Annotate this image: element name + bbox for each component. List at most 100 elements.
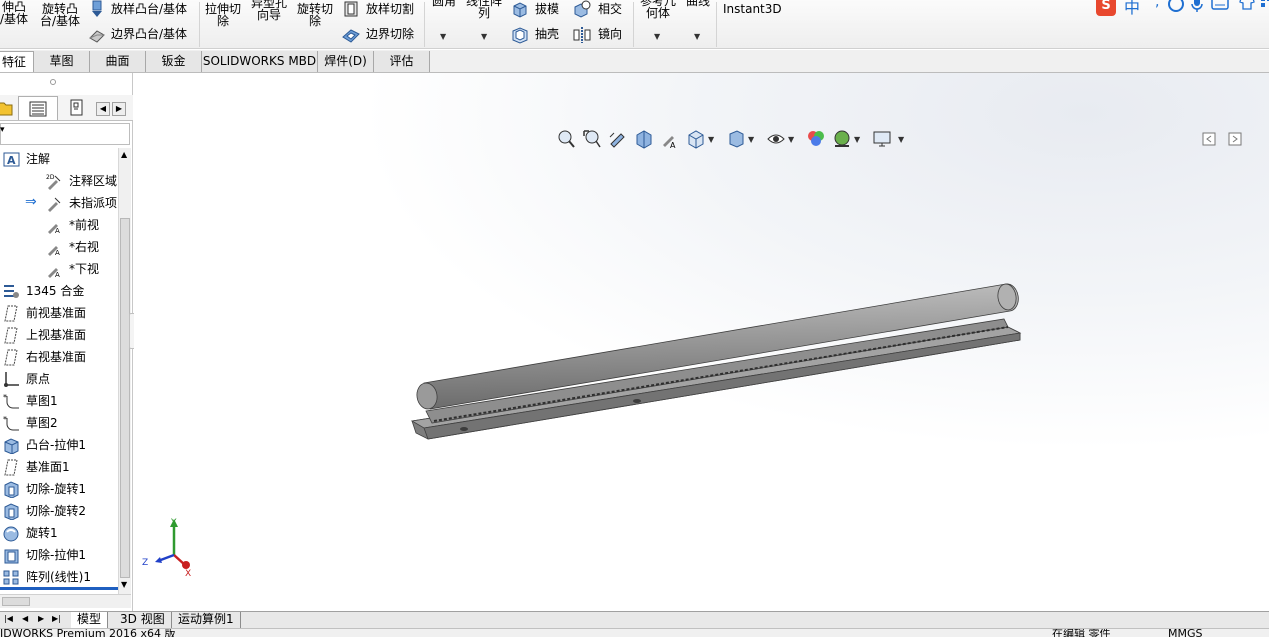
loft-boss-button[interactable]: 放样凸台/基体 [111,2,187,16]
tree-item-right-plane[interactable]: 右视基准面 [0,346,118,368]
tree-item-material[interactable]: 1345 合金 [0,280,118,302]
tree-item-cut-revolve2[interactable]: 切除-旋转2 [0,500,118,522]
part-model-linear-shaft-rail[interactable] [404,263,1034,473]
scroll-up-arrow-icon[interactable]: ▲ [121,150,127,159]
tab-features[interactable]: 特征 [0,51,34,72]
tree-item-annotations[interactable]: A 注解 [0,148,118,170]
tree-filter-input[interactable] [0,123,130,145]
fillet-button[interactable]: 圆角 [432,0,456,7]
dynamic-annotation-icon[interactable]: A [660,129,680,149]
hole-wizard-button[interactable]: 异型孔 向导 [251,0,287,21]
h-scroll-thumb[interactable] [2,597,30,606]
mirror-icon[interactable] [573,26,591,44]
shell-icon[interactable] [511,26,529,44]
tab-nav-last-icon[interactable]: ▶| [52,614,61,623]
tab-model[interactable]: 模型 [71,612,109,628]
intersect-icon[interactable] [573,0,591,18]
tab-3d-views[interactable]: 3D 视图 [114,612,172,628]
tab-sketch[interactable]: 草图 [34,51,90,72]
tree-horizontal-scrollbar[interactable] [0,594,131,608]
property-manager-tab[interactable] [18,96,58,120]
curves-button[interactable]: 曲线 [686,0,710,7]
tab-nav-prev-icon[interactable]: ◀ [22,614,28,623]
boundary-boss-button[interactable]: 边界凸台/基体 [111,27,187,41]
loft-cut-button[interactable]: 放样切割 [366,2,414,16]
boundary-cut-icon[interactable] [342,26,360,44]
tree-item-revolve1[interactable]: 旋转1 [0,522,118,544]
revolve-boss-button[interactable]: 旋转凸 台/基体 [40,3,80,27]
display-style-icon[interactable] [726,129,746,149]
tree-rollback-bar[interactable] [0,587,118,590]
panel-tab-scroll-right[interactable]: ▶ [112,102,126,116]
linear-pattern-button[interactable]: 线性阵 列 [466,0,502,19]
display-style-dropdown-icon[interactable]: ▼ [748,135,754,144]
extrude-boss-button[interactable]: 伸凸 /基体 [0,1,28,25]
pattern-dropdown-icon[interactable]: ▼ [481,32,487,41]
edit-appearance-icon[interactable] [806,129,826,149]
hide-show-items-icon[interactable] [766,129,786,149]
coordinate-triad[interactable]: Y X Z [140,515,200,577]
ime-emoji-icon[interactable] [1168,0,1184,12]
ime-punctuation-icon[interactable]: °, [1148,0,1159,10]
tab-weldments[interactable]: 焊件(D) [318,51,374,72]
viewport-expand-icon[interactable] [1228,132,1242,146]
tree-item-right-view[interactable]: A *右视 [0,236,118,258]
ime-keyboard-icon[interactable] [1211,0,1229,10]
boundary-cut-button[interactable]: 边界切除 [366,27,414,41]
tree-item-annotation-area[interactable]: 2D 注释区域 [0,170,118,192]
revolve-cut-button[interactable]: 旋转切 除 [297,3,333,27]
ime-microphone-icon[interactable] [1191,0,1203,12]
graphics-area[interactable]: A ▼ ▼ ▼ ▼ ▼ Y X Z [134,73,1269,611]
tree-item-front-plane[interactable]: 前视基准面 [0,302,118,324]
tab-surfaces[interactable]: 曲面 [90,51,146,72]
hide-show-dropdown-icon[interactable]: ▼ [788,135,794,144]
tree-item-cut-revolve1[interactable]: 切除-旋转1 [0,478,118,500]
configuration-manager-icon[interactable] [68,99,86,117]
intersect-button[interactable]: 相交 [598,2,622,16]
tree-item-plane1[interactable]: 基准面1 [0,456,118,478]
view-orientation-icon[interactable] [686,129,706,149]
status-units[interactable]: MMGS [1168,629,1203,637]
tab-evaluate[interactable]: 评估 [374,51,430,72]
tree-item-sketch2[interactable]: * 草图2 [0,412,118,434]
tree-item-bottom-view[interactable]: A *下视 [0,258,118,280]
ime-grid-icon[interactable] [1260,0,1269,10]
apply-scene-dropdown-icon[interactable]: ▼ [854,135,860,144]
apply-scene-icon[interactable] [832,129,852,149]
fillet-dropdown-icon[interactable]: ▼ [440,32,446,41]
tab-motion-study[interactable]: 运动算例1 [172,612,241,628]
tree-item-top-plane[interactable]: 上视基准面 [0,324,118,346]
tree-item-unassigned[interactable]: ⇒ 未指派项 [0,192,118,214]
zoom-to-area-icon[interactable] [582,129,602,149]
tree-item-boss-extrude1[interactable]: 凸台-拉伸1 [0,434,118,456]
ime-language-indicator[interactable]: 中 [1124,0,1140,18]
tree-item-linear-pattern1[interactable]: 阵列(线性)1 [0,566,118,588]
tree-vertical-scrollbar[interactable]: ▲ ▼ [118,148,131,594]
view-settings-icon[interactable] [872,129,892,149]
ime-skin-icon[interactable] [1239,0,1255,10]
panel-grip[interactable] [50,79,56,85]
zoom-to-fit-icon[interactable] [556,129,576,149]
ime-logo-icon[interactable]: S [1096,0,1116,16]
tree-item-sketch1[interactable]: * 草图1 [0,390,118,412]
scroll-thumb[interactable] [120,218,130,578]
boundary-boss-icon[interactable] [88,26,106,44]
feature-manager-tab-icon[interactable] [0,99,14,117]
loft-cut-icon[interactable] [342,0,360,18]
loft-boss-icon[interactable] [88,0,106,18]
tab-nav-first-icon[interactable]: |◀ [4,614,13,623]
tree-item-origin[interactable]: 原点 [0,368,118,390]
ref-geometry-dropdown-icon[interactable]: ▼ [654,32,660,41]
previous-view-icon[interactable] [608,129,628,149]
tab-solidworks-mbd[interactable]: SOLIDWORKS MBD [202,51,318,72]
viewport-restore-icon[interactable] [1202,132,1216,146]
tree-item-front-view[interactable]: A *前视 [0,214,118,236]
tab-sheet-metal[interactable]: 钣金 [146,51,202,72]
tree-item-cut-extrude1[interactable]: 切除-拉伸1 [0,544,118,566]
tab-nav-next-icon[interactable]: ▶ [38,614,44,623]
draft-button[interactable]: 拔模 [535,2,559,16]
scroll-down-arrow-icon[interactable]: ▼ [121,580,127,589]
shell-button[interactable]: 抽壳 [535,27,559,41]
mirror-button[interactable]: 镜向 [598,27,622,41]
section-view-icon[interactable] [634,129,654,149]
